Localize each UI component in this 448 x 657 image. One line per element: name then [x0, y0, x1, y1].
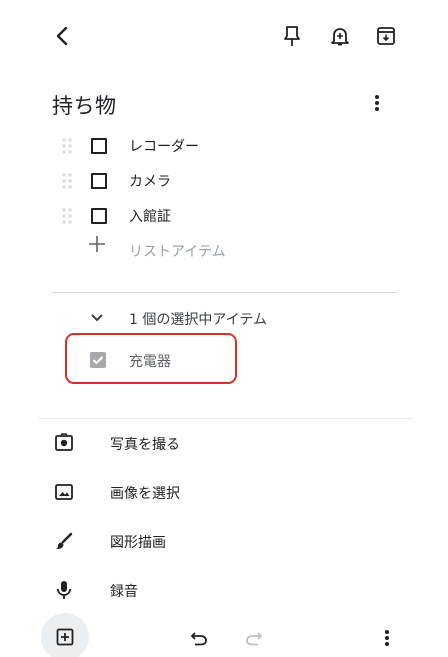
pin-button[interactable]	[280, 24, 304, 48]
menu-item-choose-image[interactable]: 画像を選択	[110, 483, 180, 503]
list-item: 入館証	[0, 198, 448, 234]
drag-handle-icon[interactable]	[61, 137, 73, 155]
brush-icon[interactable]	[52, 529, 76, 553]
reminder-button[interactable]	[328, 24, 352, 48]
item-checkbox[interactable]	[91, 208, 107, 224]
list-item: レコーダー	[0, 128, 448, 164]
menu-item-record-audio[interactable]: 録音	[110, 581, 138, 601]
menu-item-drawing[interactable]: 図形描画	[110, 532, 166, 552]
back-button[interactable]	[50, 24, 74, 48]
item-label[interactable]: カメラ	[129, 171, 171, 191]
mic-icon[interactable]	[52, 578, 76, 602]
list-item: カメラ	[0, 163, 448, 199]
pin-icon	[283, 25, 301, 47]
more-vert-icon	[371, 93, 383, 113]
undo-icon	[190, 630, 208, 646]
more-vert-icon	[381, 628, 393, 648]
note-title[interactable]: 持ち物	[52, 90, 117, 120]
add-item-plus-icon[interactable]	[87, 234, 107, 254]
item-label[interactable]: 入館証	[129, 206, 171, 226]
add-button[interactable]	[41, 613, 89, 657]
more-button[interactable]	[375, 626, 399, 650]
redo-icon	[245, 630, 263, 646]
archive-icon	[376, 26, 396, 46]
camera-icon[interactable]	[52, 430, 76, 454]
redo-button[interactable]	[242, 626, 266, 650]
add-box-icon	[56, 628, 74, 646]
chevron-down-icon[interactable]	[89, 310, 105, 326]
add-list-item-input[interactable]: リストアイテム	[129, 241, 226, 261]
completed-items-header[interactable]: 1 個の選択中アイテム	[129, 309, 267, 329]
image-icon[interactable]	[52, 480, 76, 504]
undo-button[interactable]	[187, 626, 211, 650]
highlight-box	[65, 333, 237, 384]
divider	[52, 292, 398, 293]
drag-handle-icon[interactable]	[61, 172, 73, 190]
item-label[interactable]: レコーダー	[129, 136, 199, 156]
reminder-bell-icon	[330, 25, 350, 47]
drag-handle-icon[interactable]	[61, 207, 73, 225]
archive-button[interactable]	[374, 24, 398, 48]
back-arrow-icon	[55, 26, 69, 46]
item-checkbox[interactable]	[91, 173, 107, 189]
menu-item-take-photo[interactable]: 写真を撮る	[110, 434, 180, 454]
note-more-button[interactable]	[371, 93, 383, 117]
item-checkbox[interactable]	[91, 138, 107, 154]
divider	[38, 418, 413, 419]
